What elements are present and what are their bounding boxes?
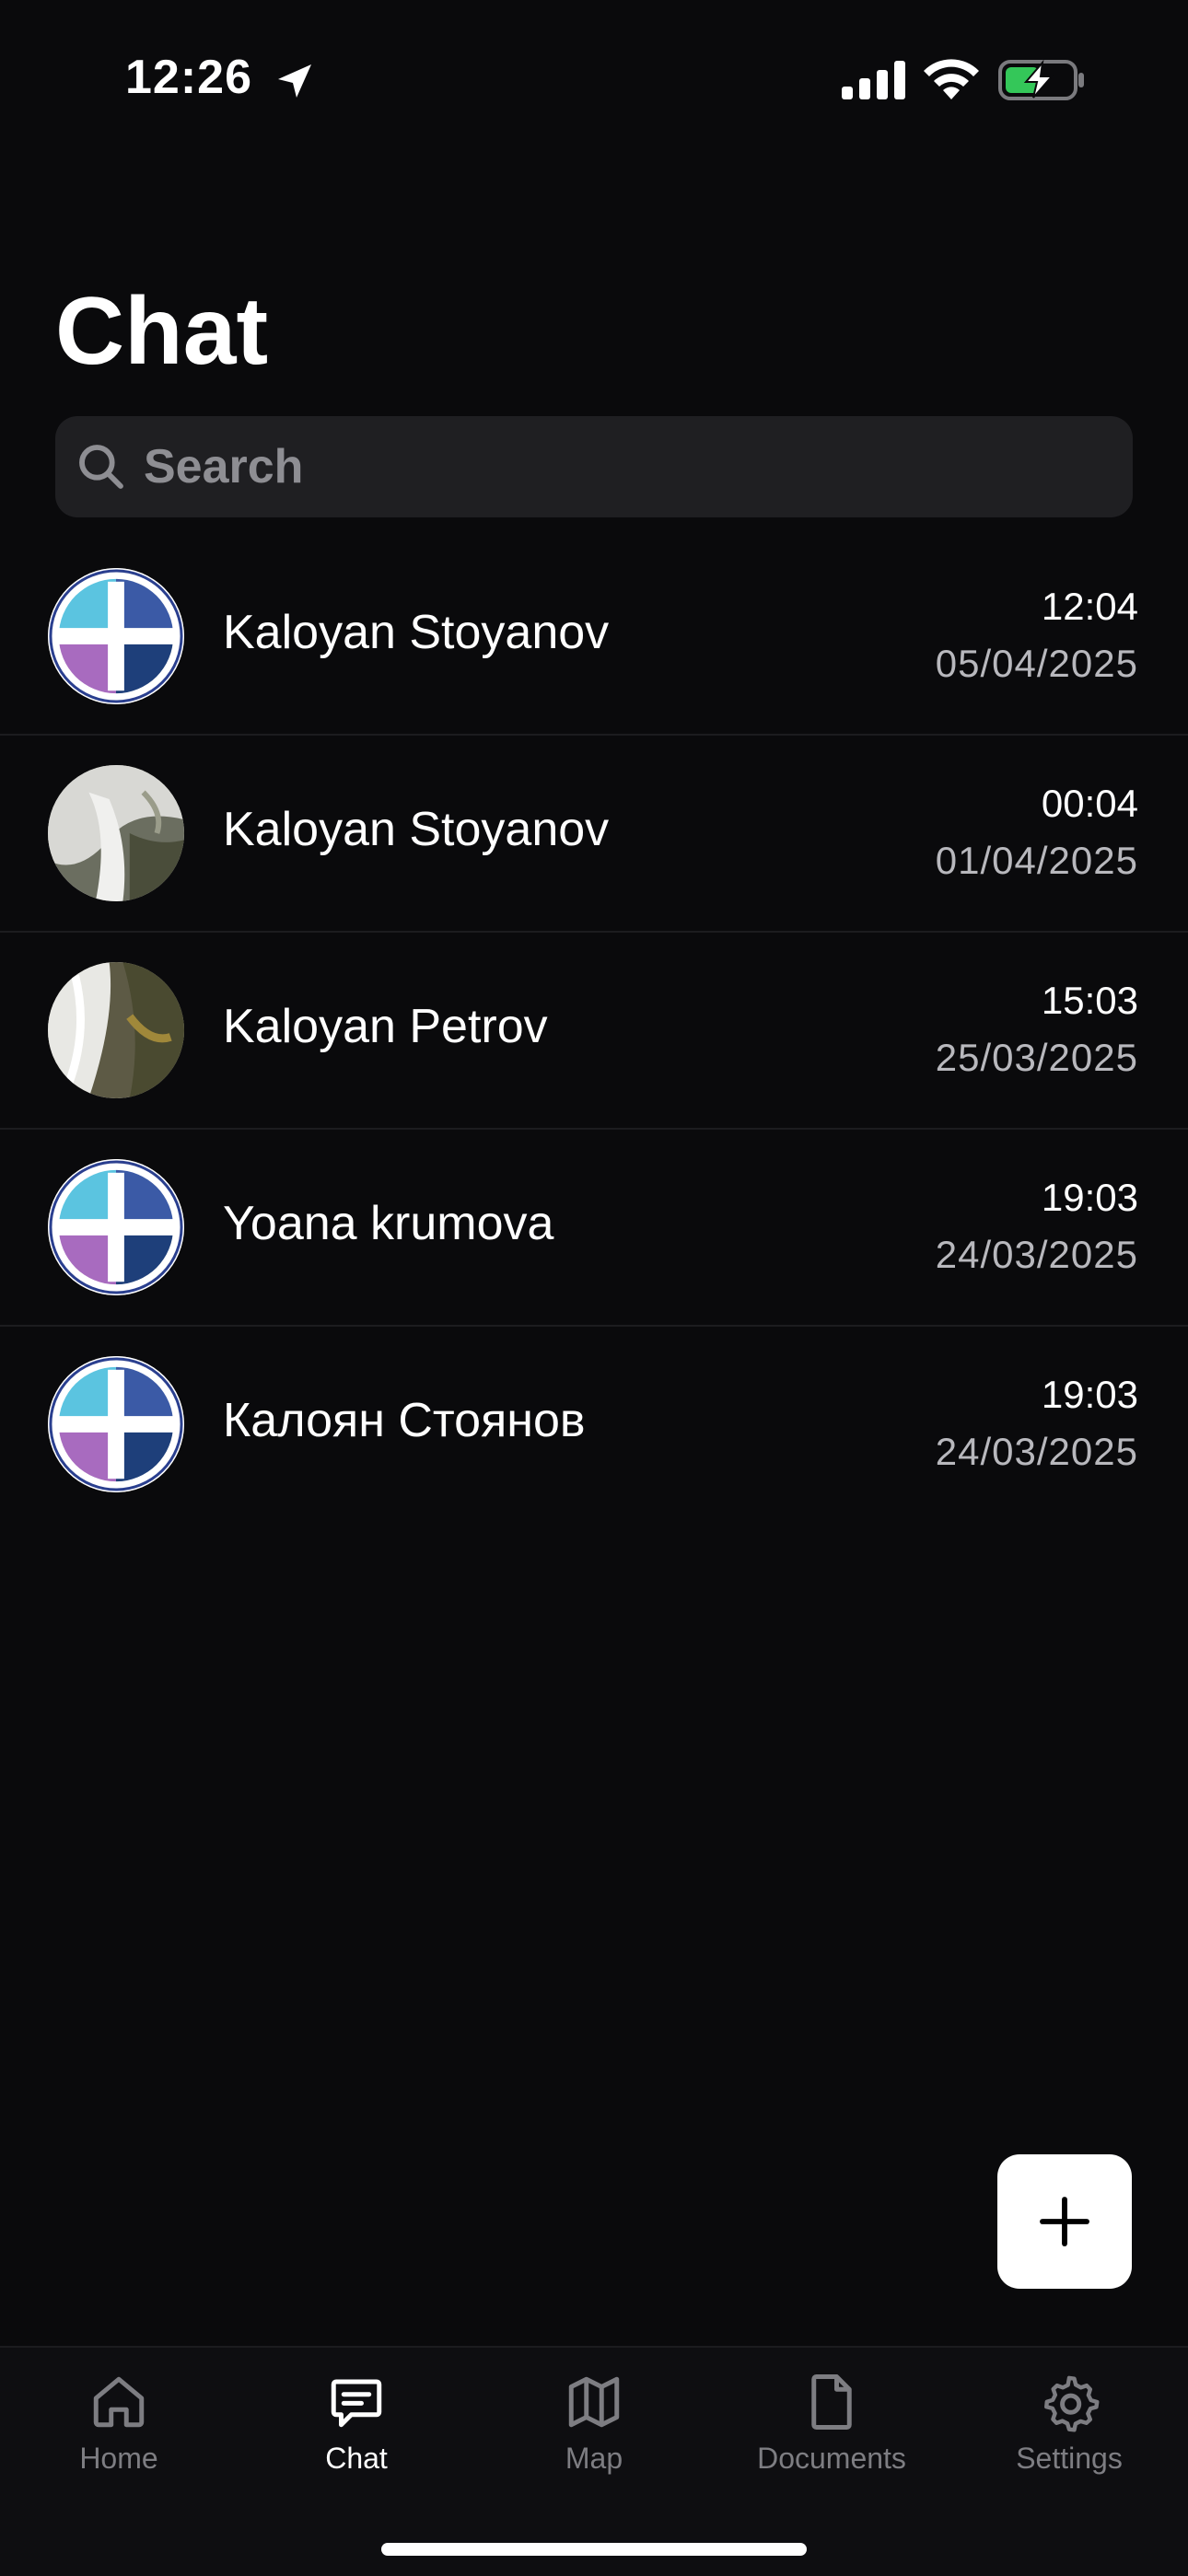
chat-icon: [331, 2379, 382, 2428]
home-icon: [93, 2376, 145, 2428]
tab-label: Map: [565, 2442, 623, 2475]
avatar: [48, 1159, 184, 1295]
tab-label: Settings: [1016, 2442, 1123, 2475]
avatar: [48, 765, 184, 901]
avatar: [48, 1356, 184, 1492]
map-icon: [568, 2376, 620, 2428]
tab-bar: Home Chat Map Documents Settings: [0, 2346, 1188, 2576]
message-date: 05/04/2025: [935, 642, 1138, 685]
search-input[interactable]: [142, 415, 1066, 518]
home-indicator[interactable]: [381, 2543, 807, 2556]
message-date: 01/04/2025: [935, 839, 1138, 882]
organization-logo-icon: [48, 1159, 184, 1295]
chat-list-item[interactable]: Калоян Стоянов 19:03 24/03/2025: [0, 1327, 1188, 1522]
tab-label: Chat: [325, 2442, 388, 2475]
chat-list-item[interactable]: Kaloyan Petrov 15:03 25/03/2025: [0, 933, 1188, 1130]
battery-charging-icon: [998, 59, 1084, 100]
message-time: 19:03: [1041, 1176, 1138, 1219]
organization-logo-icon: [48, 1356, 184, 1492]
wifi-icon: [924, 59, 979, 99]
status-time: 12:26: [125, 51, 252, 104]
contact-name: Калоян Стоянов: [223, 1394, 586, 1447]
location-arrow-icon: [278, 64, 311, 98]
message-time: 19:03: [1041, 1373, 1138, 1416]
avatar: [48, 962, 184, 1098]
tab-chat[interactable]: Chat: [238, 2372, 475, 2501]
tab-label: Home: [79, 2442, 158, 2475]
chat-list-item[interactable]: Yoana krumova 19:03 24/03/2025: [0, 1130, 1188, 1327]
organization-logo-icon: [48, 568, 184, 704]
message-date: 24/03/2025: [935, 1430, 1138, 1473]
tab-home[interactable]: Home: [0, 2372, 238, 2501]
page-title: Chat: [55, 278, 269, 385]
waterfall-photo-icon: [48, 962, 184, 1098]
tab-settings[interactable]: Settings: [950, 2372, 1188, 2501]
tab-map[interactable]: Map: [475, 2372, 713, 2501]
message-time: 15:03: [1041, 979, 1138, 1022]
avatar: [48, 568, 184, 704]
contact-name: Yoana krumova: [223, 1197, 554, 1250]
plus-icon: [1040, 2197, 1089, 2246]
waterfall-photo-icon: [48, 765, 184, 901]
new-chat-button[interactable]: [997, 2154, 1132, 2289]
contact-name: Kaloyan Stoyanov: [223, 803, 610, 856]
search-icon: [79, 445, 123, 489]
document-icon: [811, 2374, 852, 2430]
search-bar[interactable]: [55, 415, 1133, 518]
message-time: 12:04: [1041, 585, 1138, 628]
message-date: 24/03/2025: [935, 1233, 1138, 1276]
cellular-signal-icon: [842, 61, 905, 99]
chat-list: Kaloyan Stoyanov 12:04 05/04/2025 Kaloya…: [0, 539, 1188, 1522]
tab-documents[interactable]: Documents: [713, 2372, 950, 2501]
tab-label: Documents: [757, 2442, 906, 2475]
status-bar: 12:26: [0, 0, 1188, 157]
message-time: 00:04: [1041, 782, 1138, 825]
contact-name: Kaloyan Stoyanov: [223, 606, 610, 659]
message-date: 25/03/2025: [935, 1036, 1138, 1079]
chat-list-item[interactable]: Kaloyan Stoyanov 00:04 01/04/2025: [0, 736, 1188, 933]
chat-list-item[interactable]: Kaloyan Stoyanov 12:04 05/04/2025: [0, 539, 1188, 736]
gear-icon: [1044, 2375, 1100, 2432]
contact-name: Kaloyan Petrov: [223, 1000, 548, 1053]
